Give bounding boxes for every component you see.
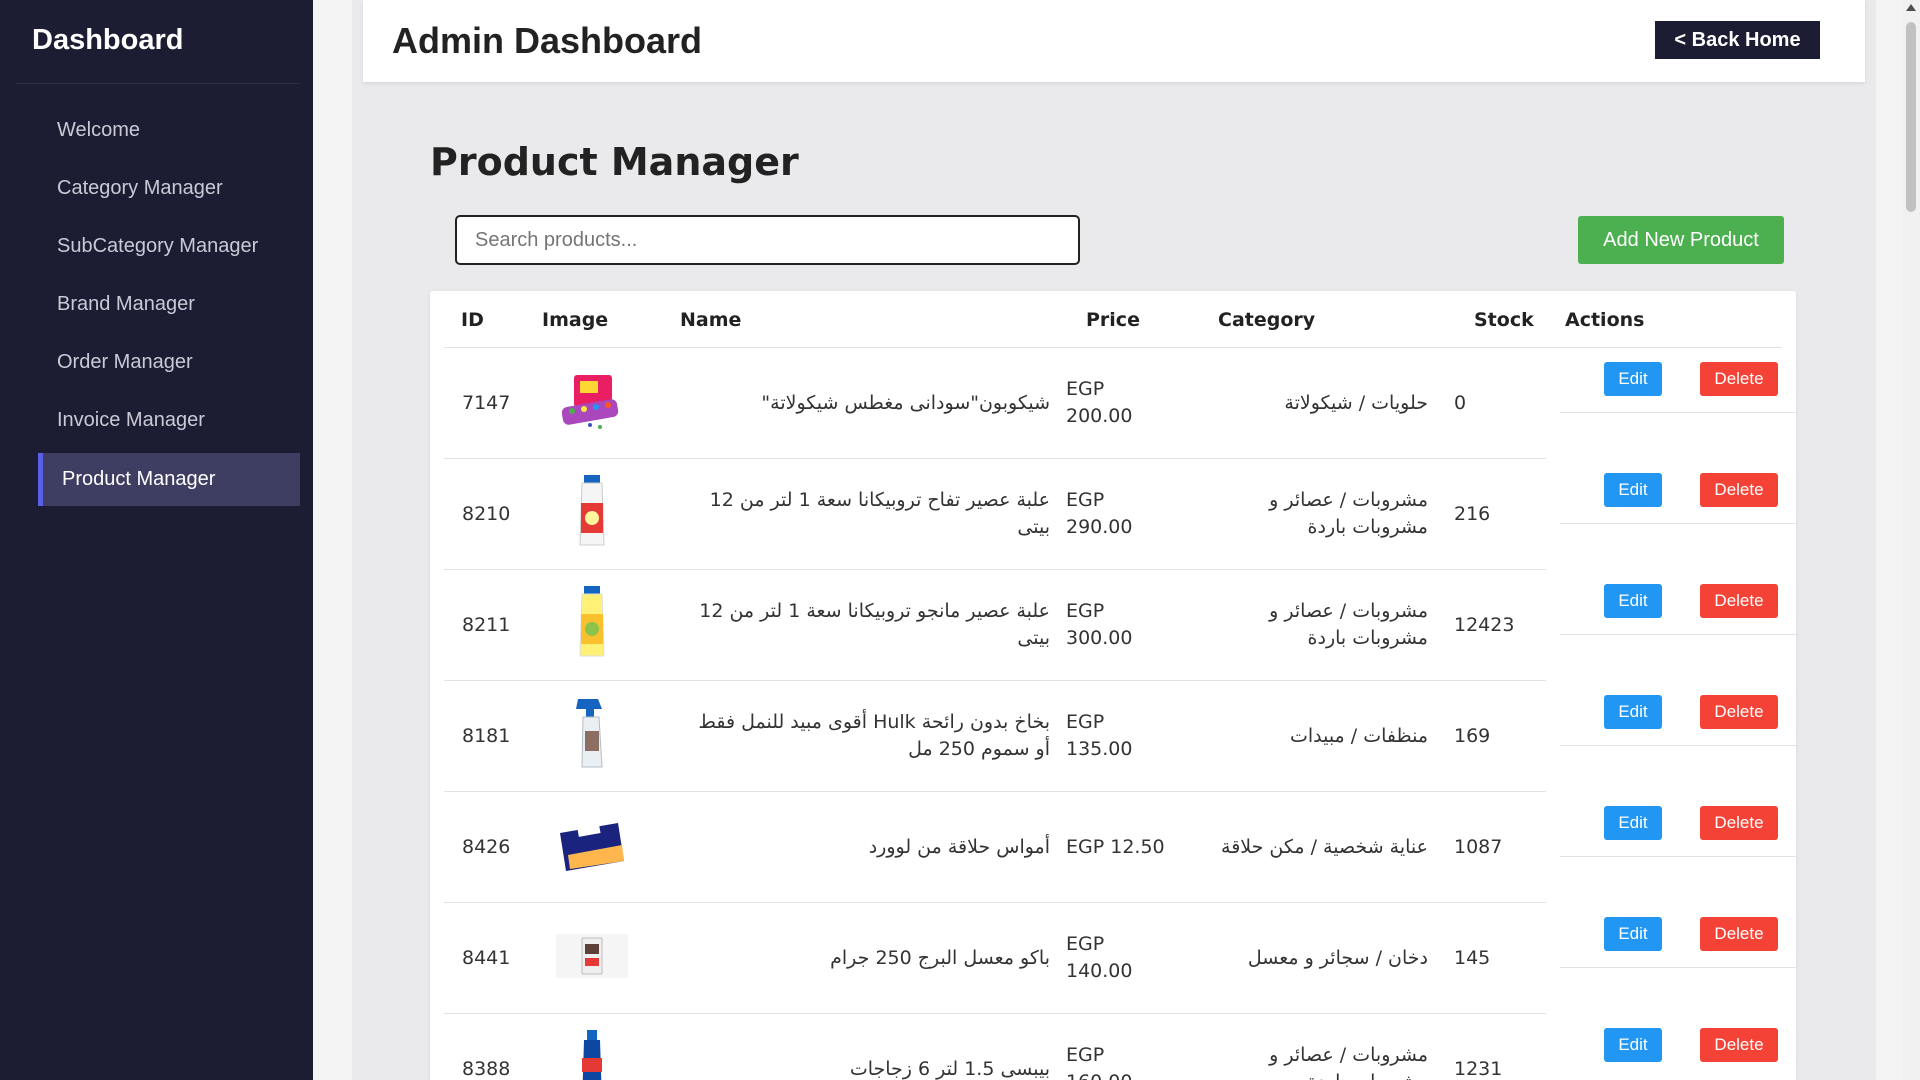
- cell-price: EGP 200.00: [1066, 378, 1133, 427]
- row-divider: [1560, 745, 1796, 746]
- sidebar-item-invoice-manager[interactable]: Invoice Manager: [38, 394, 300, 447]
- sidebar: Dashboard Welcome Category Manager SubCa…: [0, 0, 313, 1080]
- row-divider: [1560, 634, 1796, 635]
- column-header-image: Image: [542, 309, 609, 331]
- edit-button[interactable]: Edit: [1604, 473, 1662, 507]
- scrollbar-thumb[interactable]: [1906, 22, 1916, 212]
- column-header-price: Price: [1086, 309, 1140, 331]
- product-image: [560, 823, 624, 871]
- product-image: [582, 1030, 602, 1080]
- cell-category: مشروبات / عصائر و مشروبات باردة: [1269, 600, 1428, 649]
- table-row: 8210 علبة عصير تفاح تروبيكانا سعة 1 لتر …: [444, 459, 1796, 570]
- products-table: ID Image Name Price Category Stock Actio…: [430, 291, 1796, 1080]
- sidebar-item-brand-manager[interactable]: Brand Manager: [38, 278, 300, 331]
- column-header-stock: Stock: [1474, 309, 1534, 331]
- sidebar-item-product-manager[interactable]: Product Manager: [38, 453, 300, 506]
- cell-name: بخاخ بدون رائحة Hulk أقوى مبيد للنمل فقط…: [698, 711, 1050, 760]
- column-header-category: Category: [1218, 309, 1316, 331]
- table-row: 8426 أمواس حلاقة من لوورد EGP 12.50 عناي…: [444, 792, 1796, 903]
- product-image: [579, 475, 605, 546]
- cell-price: EGP 300.00: [1066, 600, 1133, 649]
- delete-button[interactable]: Delete: [1700, 584, 1778, 618]
- cell-name: علبة عصير مانجو تروبيكانا سعة 1 لتر من 1…: [699, 600, 1050, 649]
- table-row: 8181 بخاخ بدون رائحة Hulk أقوى مبيد للنم…: [444, 681, 1796, 792]
- add-product-button[interactable]: Add New Product: [1578, 216, 1784, 264]
- cell-category: مشروبات / عصائر و مشروبات باردة: [1269, 489, 1428, 538]
- sidebar-divider: [16, 83, 300, 84]
- table-row: 8441 باكو معسل البرج 250 جرام EGP 140.00…: [444, 903, 1796, 1014]
- column-header-name: Name: [680, 309, 742, 331]
- cell-name: بيبسى 1.5 لتر 6 زجاجات: [849, 1058, 1050, 1080]
- edit-button[interactable]: Edit: [1604, 362, 1662, 396]
- delete-button[interactable]: Delete: [1700, 473, 1778, 507]
- cell-id: 8441: [462, 947, 511, 969]
- row-divider: [1560, 967, 1796, 968]
- column-header-id: ID: [461, 309, 484, 331]
- sidebar-item-welcome[interactable]: Welcome: [38, 104, 300, 157]
- cell-category: مشروبات / عصائر و مشروبات باردة: [1269, 1044, 1428, 1080]
- sidebar-item-category-manager[interactable]: Category Manager: [38, 162, 300, 215]
- cell-category: حلويات / شيكولاتة: [1284, 392, 1428, 414]
- table-row: 8211 علبة عصير مانجو تروبيكانا سعة 1 لتر…: [444, 570, 1796, 681]
- product-image: [556, 934, 628, 978]
- edit-button[interactable]: Edit: [1604, 806, 1662, 840]
- cell-stock: 216: [1454, 503, 1491, 525]
- edit-button[interactable]: Edit: [1604, 1028, 1662, 1062]
- cell-price: EGP 12.50: [1066, 836, 1165, 858]
- cell-id: 8388: [462, 1058, 511, 1080]
- cell-id: 8426: [462, 836, 511, 858]
- cell-id: 7147: [462, 392, 511, 414]
- cell-stock: 12423: [1454, 614, 1515, 636]
- product-image: [579, 586, 605, 657]
- column-header-actions: Actions: [1565, 309, 1645, 331]
- cell-price: EGP 140.00: [1066, 933, 1133, 982]
- scroll-up-arrow-icon[interactable]: [1906, 4, 1916, 11]
- sidebar-title: Dashboard: [32, 24, 184, 56]
- cell-price: EGP 160.00: [1066, 1044, 1132, 1080]
- sidebar-item-order-manager[interactable]: Order Manager: [38, 336, 300, 389]
- edit-button[interactable]: Edit: [1604, 584, 1662, 618]
- cell-name: علبة عصير تفاح تروبيكانا سعة 1 لتر من 12…: [709, 489, 1050, 538]
- cell-category: عناية شخصية / مكن حلاقة: [1221, 836, 1428, 858]
- table-row: 8388 بيبسى 1.5 لتر 6 زجاجات EGP 160.00 م…: [444, 1014, 1796, 1080]
- cell-price: EGP 135.00: [1066, 711, 1133, 760]
- cell-price: EGP 290.00: [1066, 489, 1133, 538]
- cell-name: باكو معسل البرج 250 جرام: [830, 947, 1050, 969]
- cell-stock: 169: [1454, 725, 1491, 747]
- cell-stock: 145: [1454, 947, 1491, 969]
- delete-button[interactable]: Delete: [1700, 806, 1778, 840]
- search-input[interactable]: [455, 215, 1080, 265]
- cell-category: منظفات / مبيدات: [1289, 725, 1428, 747]
- table-row: 7147 شيكوبون"سودانى مغطس شيكولاتة" EGP 2…: [444, 348, 1796, 459]
- delete-button[interactable]: Delete: [1700, 695, 1778, 729]
- cell-stock: 1231: [1454, 1058, 1503, 1080]
- page-scrollbar[interactable]: [1902, 0, 1920, 1080]
- sidebar-item-subcategory-manager[interactable]: SubCategory Manager: [38, 220, 300, 273]
- back-home-button[interactable]: < Back Home: [1655, 21, 1820, 59]
- product-image: [561, 375, 619, 429]
- cell-name: أمواس حلاقة من لوورد: [868, 836, 1050, 858]
- header-title: Admin Dashboard: [392, 20, 703, 61]
- page-title: Product Manager: [430, 140, 799, 184]
- cell-category: دخان / سجائر و معسل: [1247, 947, 1428, 969]
- edit-button[interactable]: Edit: [1604, 917, 1662, 951]
- cell-name: شيكوبون"سودانى مغطس شيكولاتة": [761, 392, 1050, 414]
- delete-button[interactable]: Delete: [1700, 1028, 1778, 1062]
- row-divider: [1560, 856, 1796, 857]
- row-divider: [1560, 412, 1796, 413]
- delete-button[interactable]: Delete: [1700, 362, 1778, 396]
- delete-button[interactable]: Delete: [1700, 917, 1778, 951]
- cell-id: 8211: [462, 614, 511, 636]
- cell-stock: 0: [1454, 392, 1467, 414]
- row-divider: [1560, 523, 1796, 524]
- edit-button[interactable]: Edit: [1604, 695, 1662, 729]
- cell-stock: 1087: [1454, 836, 1503, 858]
- cell-id: 8210: [462, 503, 511, 525]
- product-image: [576, 699, 603, 768]
- cell-id: 8181: [462, 725, 511, 747]
- top-header: Admin Dashboard < Back Home: [363, 0, 1865, 82]
